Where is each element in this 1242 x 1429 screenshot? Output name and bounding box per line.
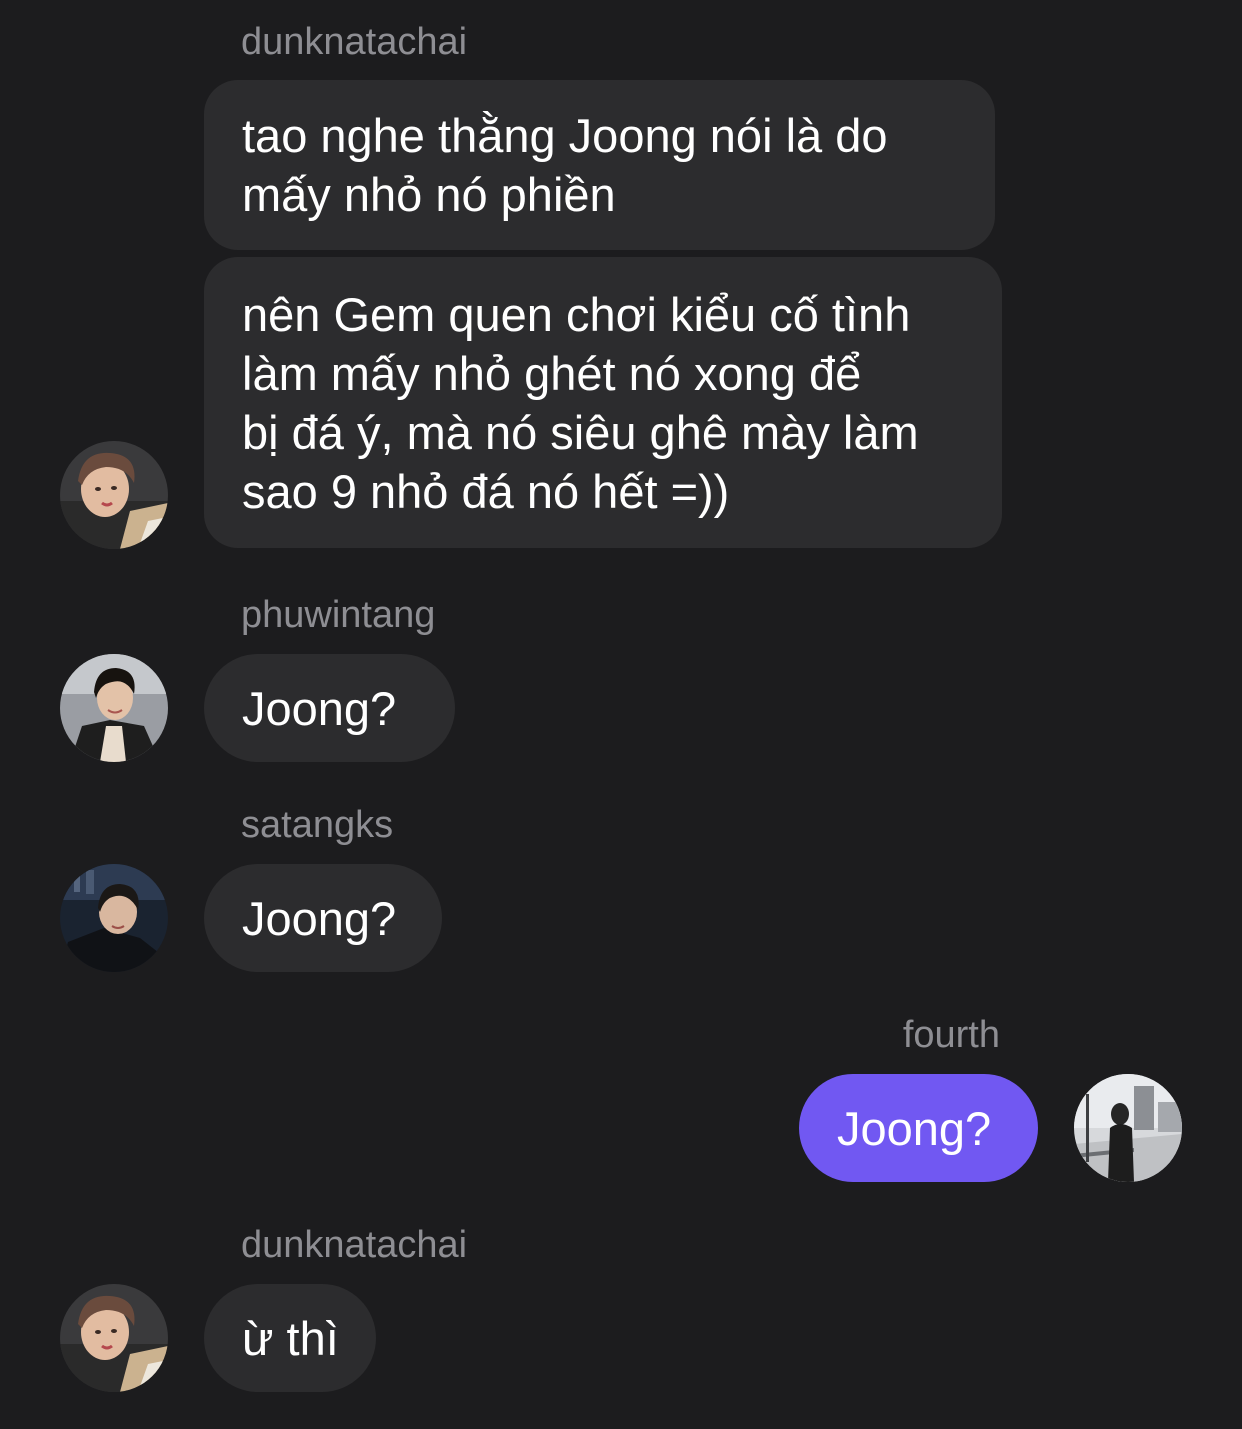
message-bubble[interactable]: tao nghe thằng Joong nói là do mấy nhỏ n… bbox=[204, 80, 995, 250]
message-text-line: ừ thì bbox=[242, 1311, 339, 1365]
sender-name-satangks: satangks bbox=[241, 804, 394, 846]
sender-name-fourth: fourth bbox=[902, 1014, 1000, 1056]
message-text-line: bị đá ý, mà nó siêu ghê mày làm bbox=[242, 405, 919, 459]
message-text-line: mấy nhỏ nó phiền bbox=[242, 168, 616, 221]
my-message-bubble[interactable]: Joong? bbox=[799, 1074, 1038, 1182]
message-text-line: tao nghe thằng Joong nói là do bbox=[242, 109, 888, 162]
avatar-phuwintang[interactable] bbox=[60, 654, 168, 762]
avatar-dunknatachai[interactable] bbox=[60, 1284, 168, 1392]
message-bubble[interactable]: Joong? bbox=[204, 654, 455, 762]
avatar-dunknatachai[interactable] bbox=[60, 441, 168, 549]
message-bubble[interactable]: nên Gem quen chơi kiểu cố tình làm mấy n… bbox=[204, 257, 1002, 548]
avatar-satangks[interactable] bbox=[60, 864, 168, 972]
avatar-fourth[interactable] bbox=[1074, 1074, 1182, 1182]
sender-name-phuwintang: phuwintang bbox=[241, 594, 436, 636]
message-text-line: Joong? bbox=[242, 681, 397, 735]
message-bubble[interactable]: ừ thì bbox=[204, 1284, 376, 1392]
message-text-line: sao 9 nhỏ đá nó hết =)) bbox=[242, 464, 730, 518]
message-text-line: nên Gem quen chơi kiểu cố tình bbox=[242, 287, 911, 341]
message-text-line: Joong? bbox=[242, 891, 397, 945]
sender-name-dunknatachai: dunknatachai bbox=[241, 1224, 468, 1266]
message-text-line: Joong? bbox=[837, 1101, 992, 1155]
message-text-line: làm mấy nhỏ ghét nó xong để bbox=[242, 346, 862, 400]
message-bubble[interactable]: Joong? bbox=[204, 864, 442, 972]
sender-name-dunknatachai: dunknatachai bbox=[241, 21, 468, 63]
